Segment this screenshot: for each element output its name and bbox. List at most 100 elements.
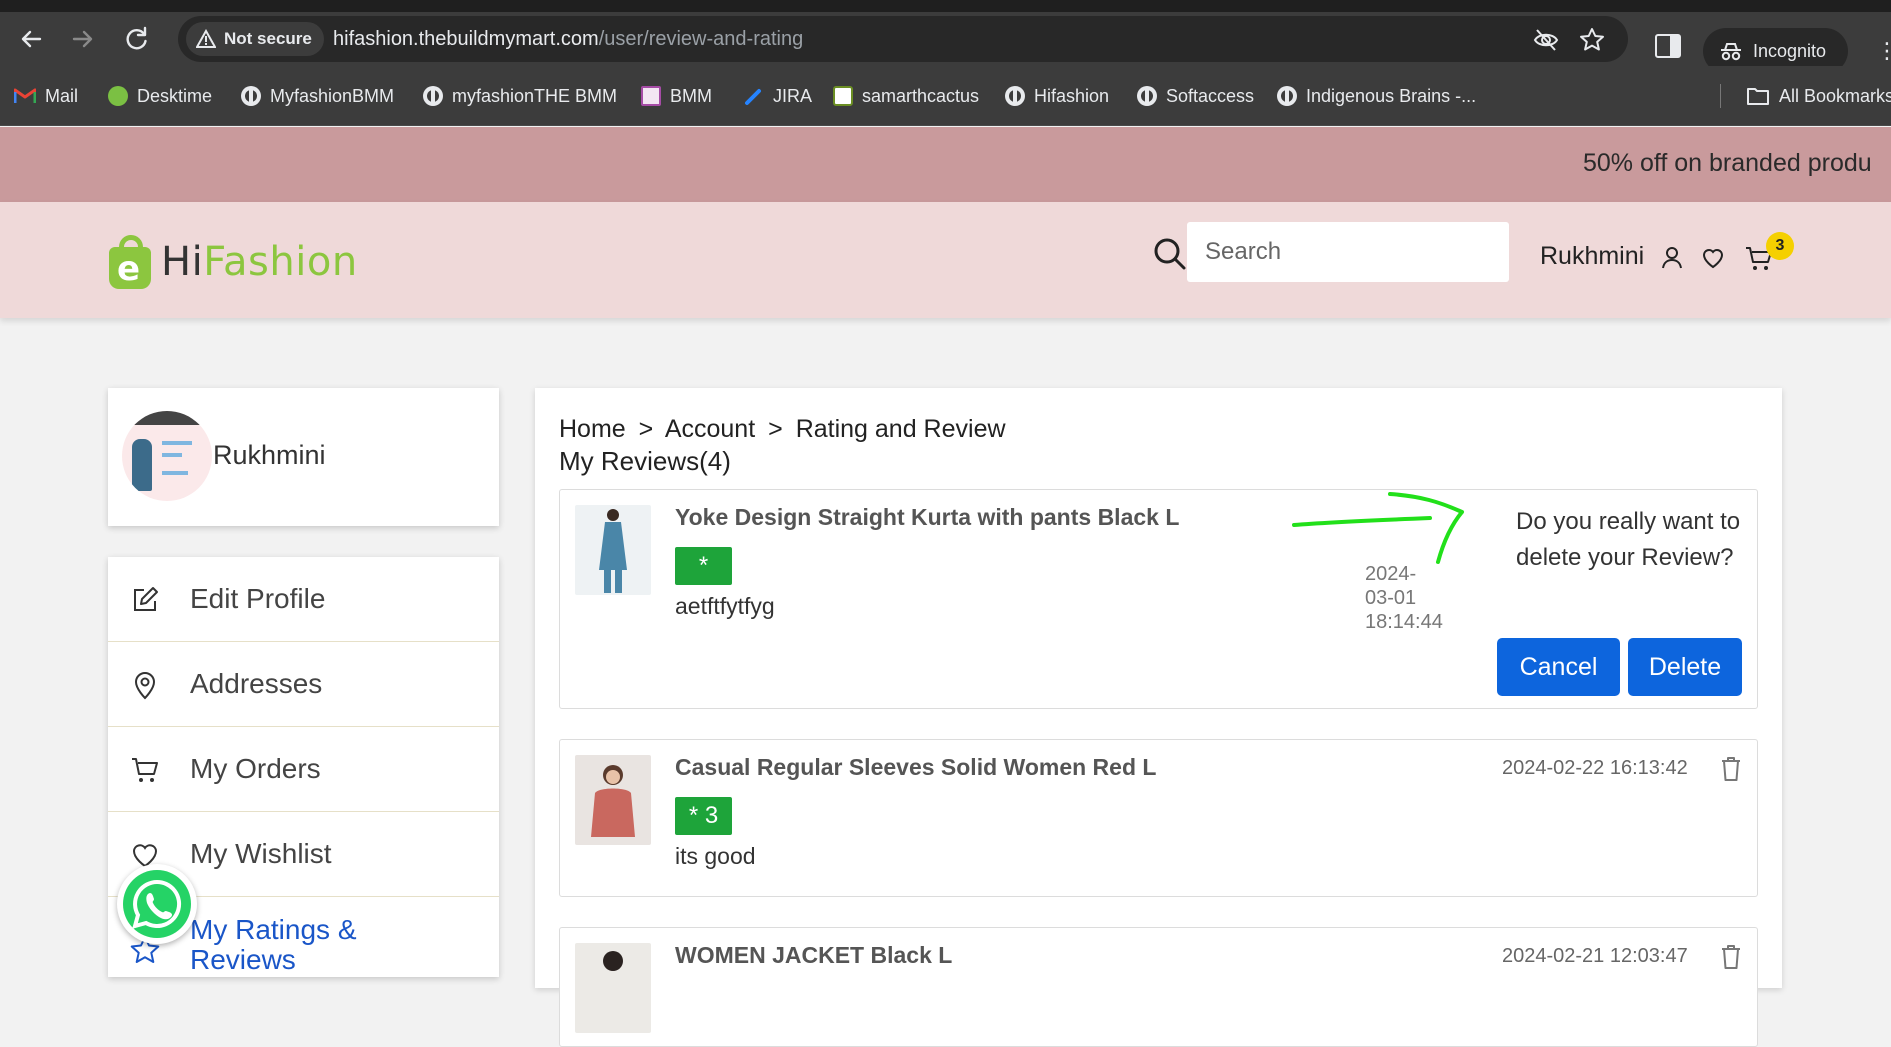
- bookmark-desktime[interactable]: Desktime: [108, 82, 212, 110]
- bookmark-myfashion-the-bmm[interactable]: myfashionTHE BMM: [423, 82, 617, 110]
- whatsapp-chat-button[interactable]: [117, 864, 197, 944]
- edit-icon: [134, 587, 158, 611]
- hifashion-logo[interactable]: e HiFashion: [107, 232, 358, 292]
- bookmark-bmm[interactable]: BMM: [641, 82, 712, 110]
- product-thumbnail[interactable]: [575, 505, 651, 595]
- product-thumbnail[interactable]: [575, 943, 651, 1033]
- url-host: hifashion.thebuildmymart.com: [333, 28, 599, 50]
- bookmark-softaccess[interactable]: Softaccess: [1137, 82, 1254, 110]
- bookmark-myfashionbmm[interactable]: MyfashionBMM: [241, 82, 394, 110]
- announcement-bar: 50% off on branded produ: [0, 127, 1891, 202]
- bookmark-label: Softaccess: [1166, 86, 1255, 106]
- review-date-part: 2024-: [1365, 563, 1417, 585]
- heart-icon[interactable]: [1701, 246, 1725, 270]
- logo-letter: e: [117, 249, 141, 289]
- trash-icon[interactable]: [1720, 944, 1742, 970]
- site-security-chip[interactable]: Not secure: [186, 22, 324, 56]
- menu-addresses[interactable]: Addresses: [108, 642, 499, 727]
- folder-icon: [1747, 88, 1769, 105]
- menu-my-orders[interactable]: My Orders: [108, 727, 499, 812]
- location-pin-icon: [134, 672, 156, 700]
- bmm-icon: [641, 86, 661, 106]
- browser-toolbar: Not secure hifashion.thebuildmymart.com/…: [0, 12, 1891, 74]
- site-header: e HiFashion Rukhmini 3: [0, 202, 1891, 318]
- arrow-right-icon: [72, 30, 93, 48]
- product-name[interactable]: WOMEN JACKET Black L: [675, 942, 952, 969]
- menu-label: My Wishlist: [190, 838, 332, 869]
- bookmark-label: JIRA: [773, 86, 813, 106]
- desktime-icon: [108, 86, 128, 106]
- rating-badge: * 3: [675, 797, 732, 835]
- url-path: /user/review-and-rating: [598, 28, 804, 50]
- review-date-part: 03-01: [1365, 587, 1417, 609]
- search-input[interactable]: [1187, 222, 1509, 282]
- shopping-bag-icon: e: [107, 235, 155, 289]
- trash-icon[interactable]: [1720, 756, 1742, 782]
- page-title: My Reviews(4): [559, 446, 731, 476]
- delete-confirm-message: Do you really want to delete your Review…: [1516, 508, 1741, 571]
- warning-triangle-icon: [196, 29, 216, 48]
- menu-label: Addresses: [190, 668, 323, 699]
- address-bar[interactable]: Not secure hifashion.thebuildmymart.com/…: [178, 16, 1628, 62]
- bookmark-label: myfashionTHE BMM: [452, 86, 618, 106]
- review-date: 2024- 03-01 18:14:44: [1365, 562, 1443, 634]
- cart-count-badge: 3: [1766, 232, 1794, 260]
- rating-badge: *: [675, 547, 732, 585]
- review-date-part: 18:14:44: [1365, 611, 1443, 633]
- browser-tab-strip: [0, 0, 1891, 12]
- logo-fashion: Fashion: [203, 239, 358, 285]
- bookmark-label: samarthcactus: [862, 86, 980, 106]
- forward-button[interactable]: [68, 24, 98, 54]
- security-label: Not secure: [224, 29, 312, 48]
- logo-hi: Hi: [161, 239, 204, 285]
- header-user-name[interactable]: Rukhmini: [1540, 242, 1644, 271]
- all-bookmarks[interactable]: All Bookmarks: [1746, 82, 1891, 110]
- globe-icon: [1005, 86, 1025, 106]
- cancel-button[interactable]: Cancel: [1497, 638, 1620, 696]
- product-thumbnail[interactable]: [575, 755, 651, 845]
- arrow-left-icon: [21, 30, 42, 48]
- bookmarks-bar: Mail Desktime MyfashionBMM myfashionTHE …: [0, 66, 1891, 126]
- bookmark-mail[interactable]: Mail: [14, 82, 78, 110]
- product-name[interactable]: Yoke Design Straight Kurta with pants Bl…: [675, 504, 1179, 531]
- bookmarks-divider: [1720, 84, 1721, 108]
- url-text[interactable]: hifashion.thebuildmymart.com/user/review…: [333, 16, 803, 62]
- menu-edit-profile[interactable]: Edit Profile: [108, 557, 499, 642]
- back-button[interactable]: [16, 24, 46, 54]
- product-name[interactable]: Casual Regular Sleeves Solid Women Red L: [675, 754, 1156, 781]
- delete-button[interactable]: Delete: [1628, 638, 1742, 696]
- globe-icon: [423, 86, 443, 106]
- breadcrumb-account[interactable]: Account: [665, 415, 755, 443]
- review-card: Casual Regular Sleeves Solid Women Red L…: [559, 739, 1758, 897]
- bookmark-label: MyfashionBMM: [270, 86, 395, 106]
- bookmark-jira[interactable]: JIRA: [744, 82, 812, 110]
- side-panel-icon[interactable]: [1655, 34, 1681, 58]
- review-card: WOMEN JACKET Black L 2024-02-21 12:03:47: [559, 927, 1758, 1047]
- search-icon[interactable]: [1153, 237, 1187, 271]
- profile-card: Rukhmini: [108, 388, 499, 526]
- bookmark-label: Hifashion: [1034, 86, 1110, 106]
- eye-off-icon[interactable]: [1532, 26, 1560, 54]
- breadcrumb-separator: >: [768, 415, 783, 443]
- reload-button[interactable]: [122, 24, 152, 54]
- avatar[interactable]: [122, 411, 212, 501]
- bookmark-indigenous-brains[interactable]: Indigenous Brains -...: [1277, 82, 1476, 110]
- bookmark-label: Desktime: [137, 86, 213, 106]
- user-icon[interactable]: [1661, 246, 1683, 270]
- globe-icon: [241, 86, 261, 106]
- bookmark-star-icon[interactable]: [1578, 26, 1606, 54]
- menu-label: My Orders: [190, 753, 321, 784]
- breadcrumb-home[interactable]: Home: [559, 415, 626, 443]
- menu-label: My Ratings & Reviews: [190, 914, 357, 975]
- breadcrumb: Home > Account > Rating and Review: [559, 415, 1012, 444]
- menu-label: Edit Profile: [190, 583, 326, 614]
- browser-menu-icon[interactable]: ⋮: [1876, 40, 1891, 62]
- globe-icon: [1137, 86, 1157, 106]
- logo-wordmark: HiFashion: [161, 239, 358, 285]
- review-date: 2024-02-21 12:03:47: [1502, 945, 1688, 967]
- bookmark-label: BMM: [670, 86, 712, 106]
- bookmark-hifashion[interactable]: Hifashion: [1005, 82, 1109, 110]
- reload-icon: [126, 26, 147, 50]
- bookmark-label: Indigenous Brains -...: [1306, 86, 1477, 106]
- bookmark-samarthcactus[interactable]: samarthcactus: [833, 82, 979, 110]
